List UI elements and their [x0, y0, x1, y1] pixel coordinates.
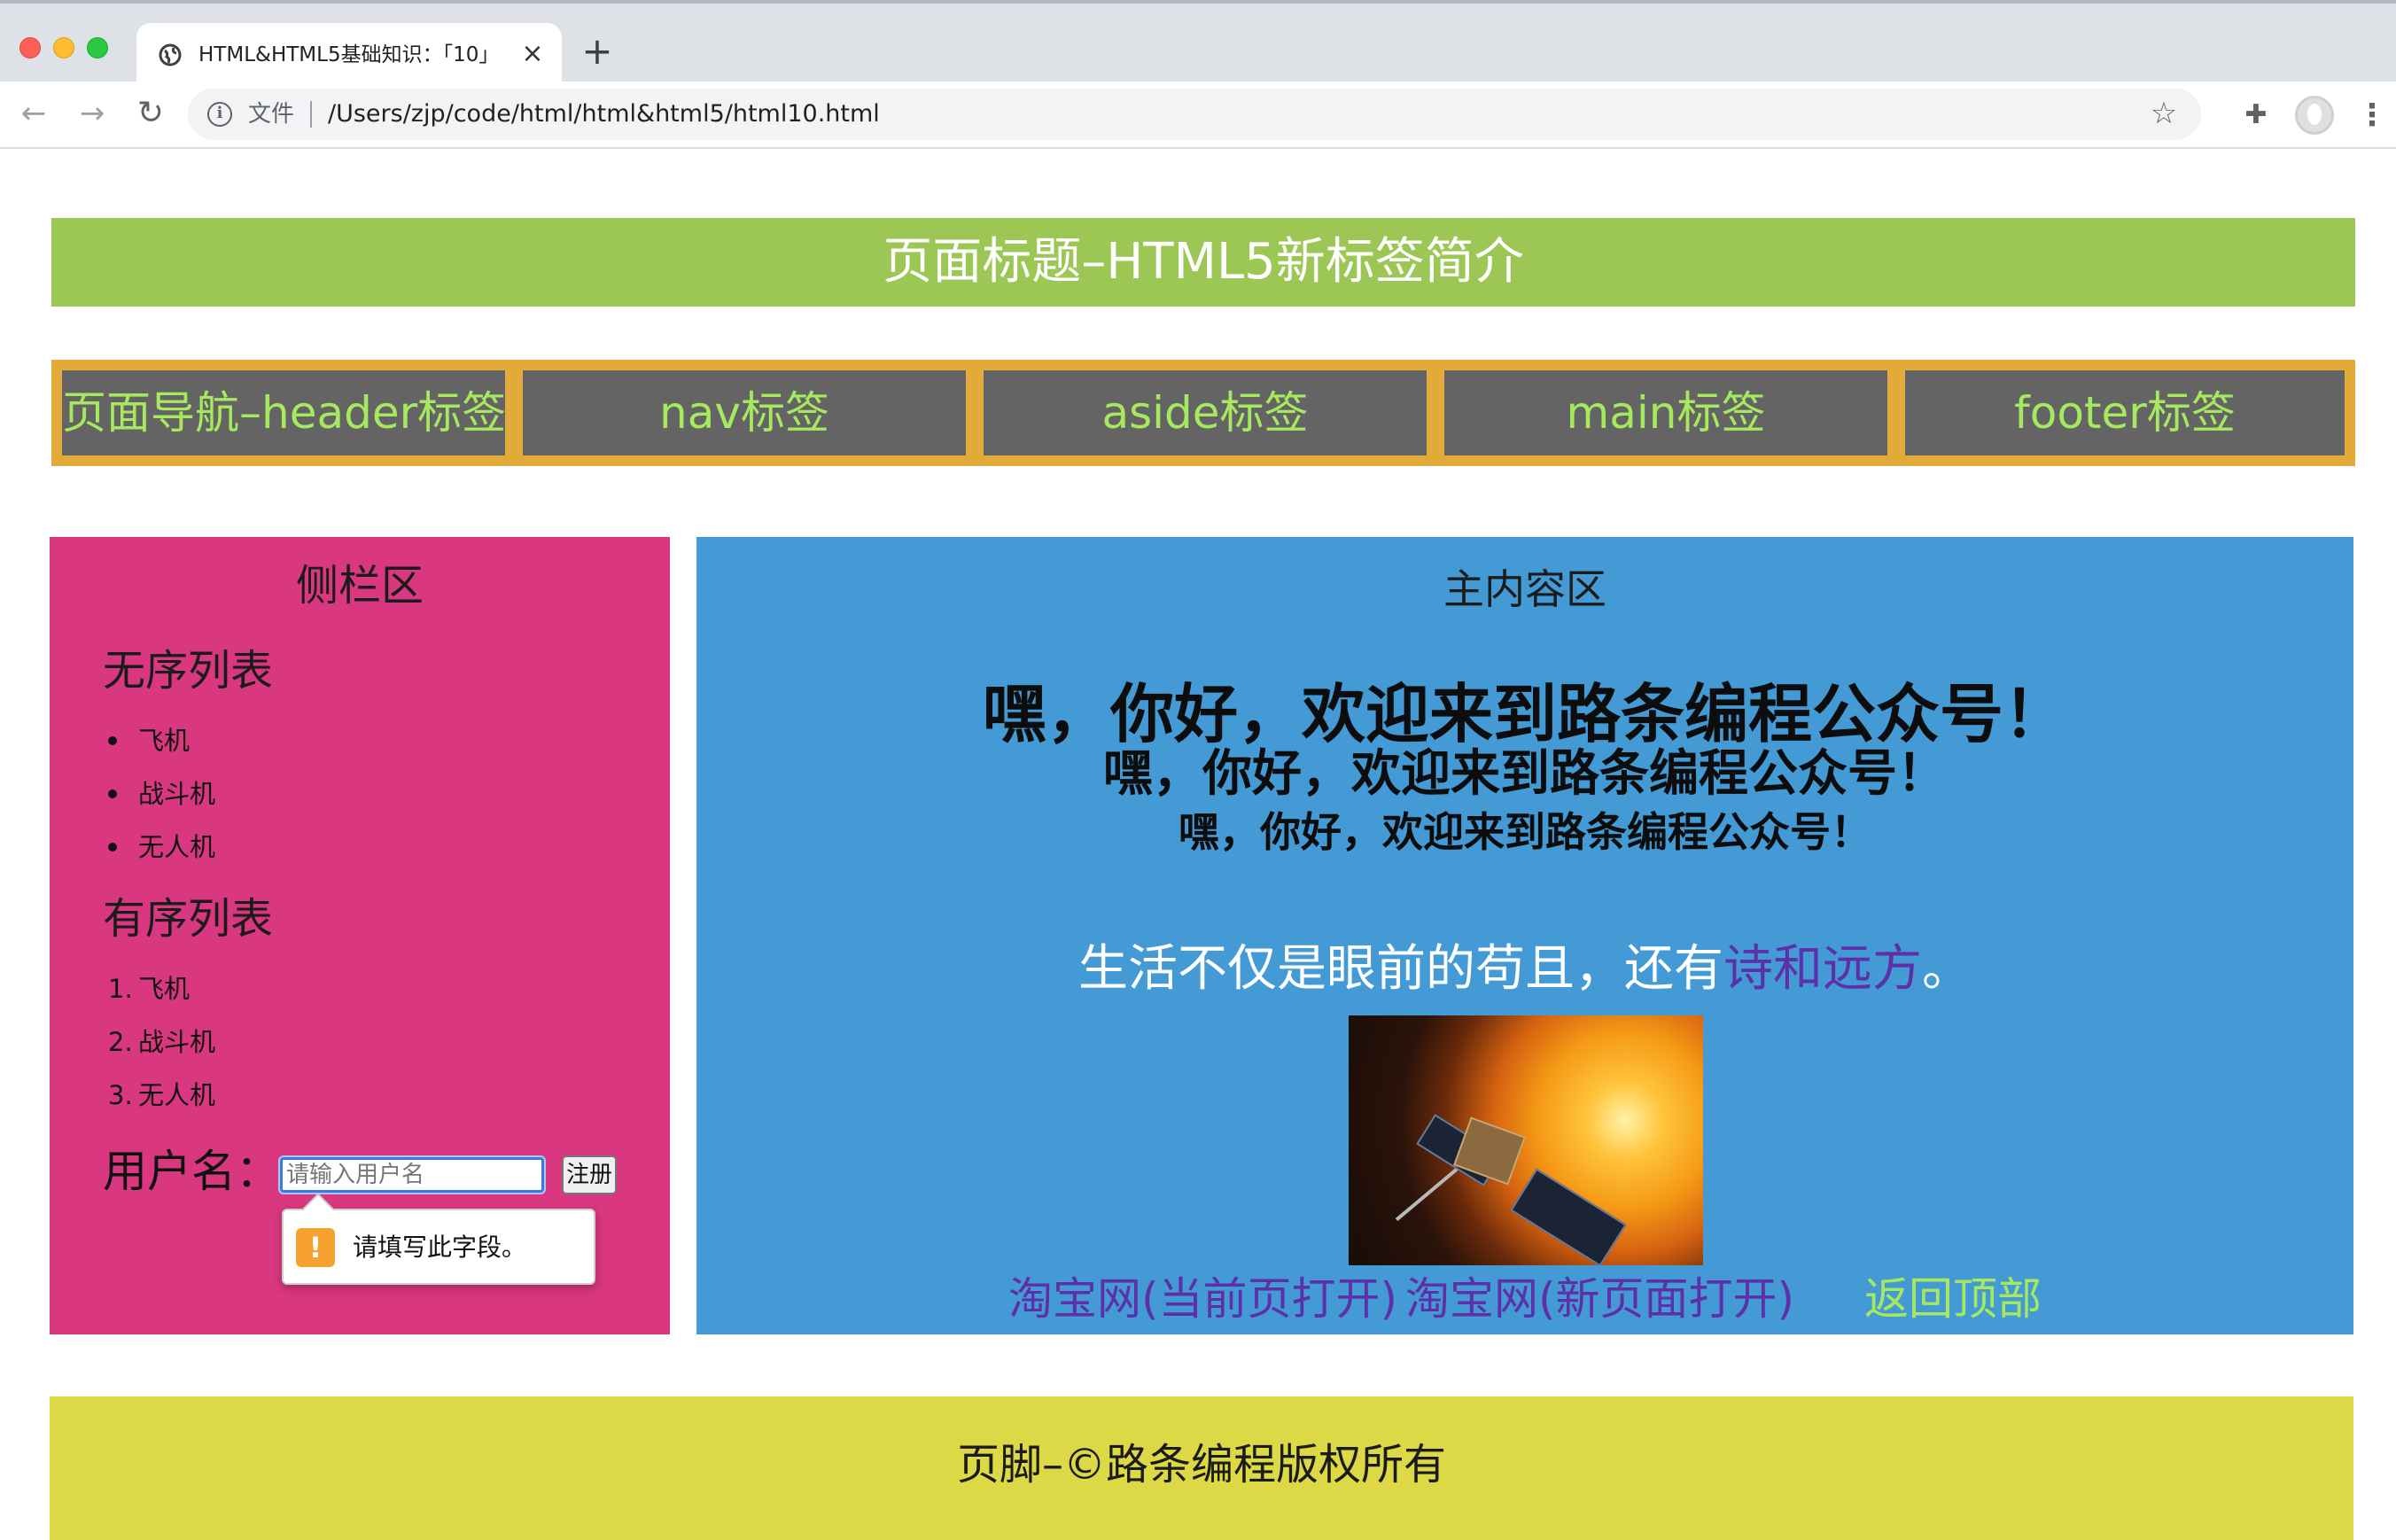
poem-suffix: 。 [1922, 940, 1972, 998]
poem-link[interactable]: 诗和远方 [1723, 940, 1922, 998]
forward-button[interactable]: → [73, 94, 112, 133]
list-number: 3. [108, 1080, 133, 1110]
nav-item-aside[interactable]: aside标签 [984, 370, 1427, 455]
warning-icon: ! [296, 1228, 335, 1267]
poem-line: 生活不仅是眼前的苟且，还有诗和远方。 [696, 934, 2353, 1005]
avatar-icon[interactable] [2295, 96, 2334, 135]
nav-item-nav[interactable]: nav标签 [523, 370, 966, 455]
taobao-link-same-page[interactable]: 淘宝网(当前页打开) [1008, 1264, 1397, 1334]
new-tab-button[interactable]: + [578, 33, 617, 73]
info-icon[interactable]: i [207, 102, 232, 127]
puzzle-icon[interactable]: ✚ [2238, 97, 2274, 133]
tab-title: HTML&HTML5基础知识：「10」 [198, 43, 491, 66]
solar-probe-image [1349, 1015, 1703, 1265]
list-bullet [108, 789, 117, 798]
sidebar: 侧栏区 无序列表 飞机 战斗机 无人机 有序列表 1. 飞机 2. 战斗机 3.… [50, 537, 670, 1334]
sidebar-title: 侧栏区 [295, 561, 424, 611]
taobao-link-new-page[interactable]: 淘宝网(新页面打开) [1405, 1264, 1794, 1334]
greeting-heading-small: 嘿，你好，欢迎来到路条编程公众号！ [1179, 808, 1871, 856]
page-header: 页面标题–HTML5新标签简介 [51, 218, 2355, 307]
link-row: 淘宝网(当前页打开) 淘宝网(新页面打开) 返回顶部 [696, 1264, 2353, 1334]
unordered-list-item: 无人机 [138, 832, 216, 862]
page-footer: 页脚–©路条编程版权所有 [50, 1396, 2353, 1540]
nav-item-main[interactable]: main标签 [1444, 370, 1887, 455]
page-nav: 页面导航–header标签 nav标签 aside标签 main标签 foote… [51, 360, 2355, 466]
main-content-label: 主内容区 [1443, 565, 1606, 613]
address-bar[interactable]: i 文件 /Users/zjp/code/html/html&html5/htm… [188, 89, 2201, 140]
star-icon[interactable]: ☆ [2146, 96, 2182, 131]
validation-tooltip: ! 请填写此字段。 [282, 1209, 595, 1285]
kebab-menu-icon[interactable]: ⋮ [2357, 96, 2387, 135]
register-button[interactable]: 注册 [562, 1155, 617, 1194]
username-label: 用户名： [103, 1146, 280, 1197]
minimize-window-button[interactable] [53, 37, 74, 58]
back-to-top-link[interactable]: 返回顶部 [1864, 1264, 2042, 1334]
username-input[interactable] [278, 1155, 546, 1194]
nav-item-header[interactable]: 页面导航–header标签 [62, 370, 506, 455]
page-title: 页面标题–HTML5新标签简介 [883, 233, 1524, 291]
greeting-heading-medium: 嘿，你好，欢迎来到路条编程公众号！ [1103, 745, 1947, 803]
scheme-label: 文件 [248, 101, 295, 128]
url-text[interactable]: /Users/zjp/code/html/html&html5/html10.h… [328, 99, 880, 129]
close-window-button[interactable] [19, 37, 41, 58]
back-button[interactable]: ← [14, 94, 53, 133]
ordered-list-item: 无人机 [138, 1080, 216, 1110]
poem-text: 生活不仅是眼前的苟且，还有 [1078, 940, 1723, 998]
maximize-window-button[interactable] [87, 37, 108, 58]
browser-tab[interactable]: HTML&HTML5基础知识：「10」 × [136, 23, 562, 85]
validation-message: 请填写此字段。 [353, 1233, 527, 1262]
reload-button[interactable]: ↻ [131, 94, 170, 133]
browser-tab-strip: HTML&HTML5基础知识：「10」 × + [0, 0, 2396, 85]
unordered-list-item: 飞机 [138, 726, 191, 756]
list-number: 1. [108, 974, 133, 1004]
browser-toolbar: ← → ↻ i 文件 /Users/zjp/code/html/html&htm… [0, 82, 2396, 149]
ordered-list-item: 飞机 [138, 974, 191, 1004]
ordered-list-item: 战斗机 [138, 1027, 216, 1057]
unordered-list-heading: 无序列表 [103, 646, 274, 696]
globe-icon [159, 43, 182, 66]
close-tab-icon[interactable]: × [517, 39, 548, 69]
probe-body [1453, 1116, 1526, 1186]
address-separator [310, 101, 312, 128]
list-number: 2. [108, 1027, 133, 1057]
ordered-list-heading: 有序列表 [103, 894, 274, 944]
footer-text: 页脚–©路条编程版权所有 [956, 1440, 1446, 1489]
unordered-list-item: 战斗机 [138, 779, 216, 809]
main-content: 主内容区 嘿，你好，欢迎来到路条编程公众号！ 嘿，你好，欢迎来到路条编程公众号！… [696, 537, 2353, 1334]
list-bullet [108, 736, 117, 745]
nav-item-footer[interactable]: footer标签 [1905, 370, 2345, 455]
probe-panel [1510, 1168, 1627, 1265]
list-bullet [108, 843, 117, 852]
